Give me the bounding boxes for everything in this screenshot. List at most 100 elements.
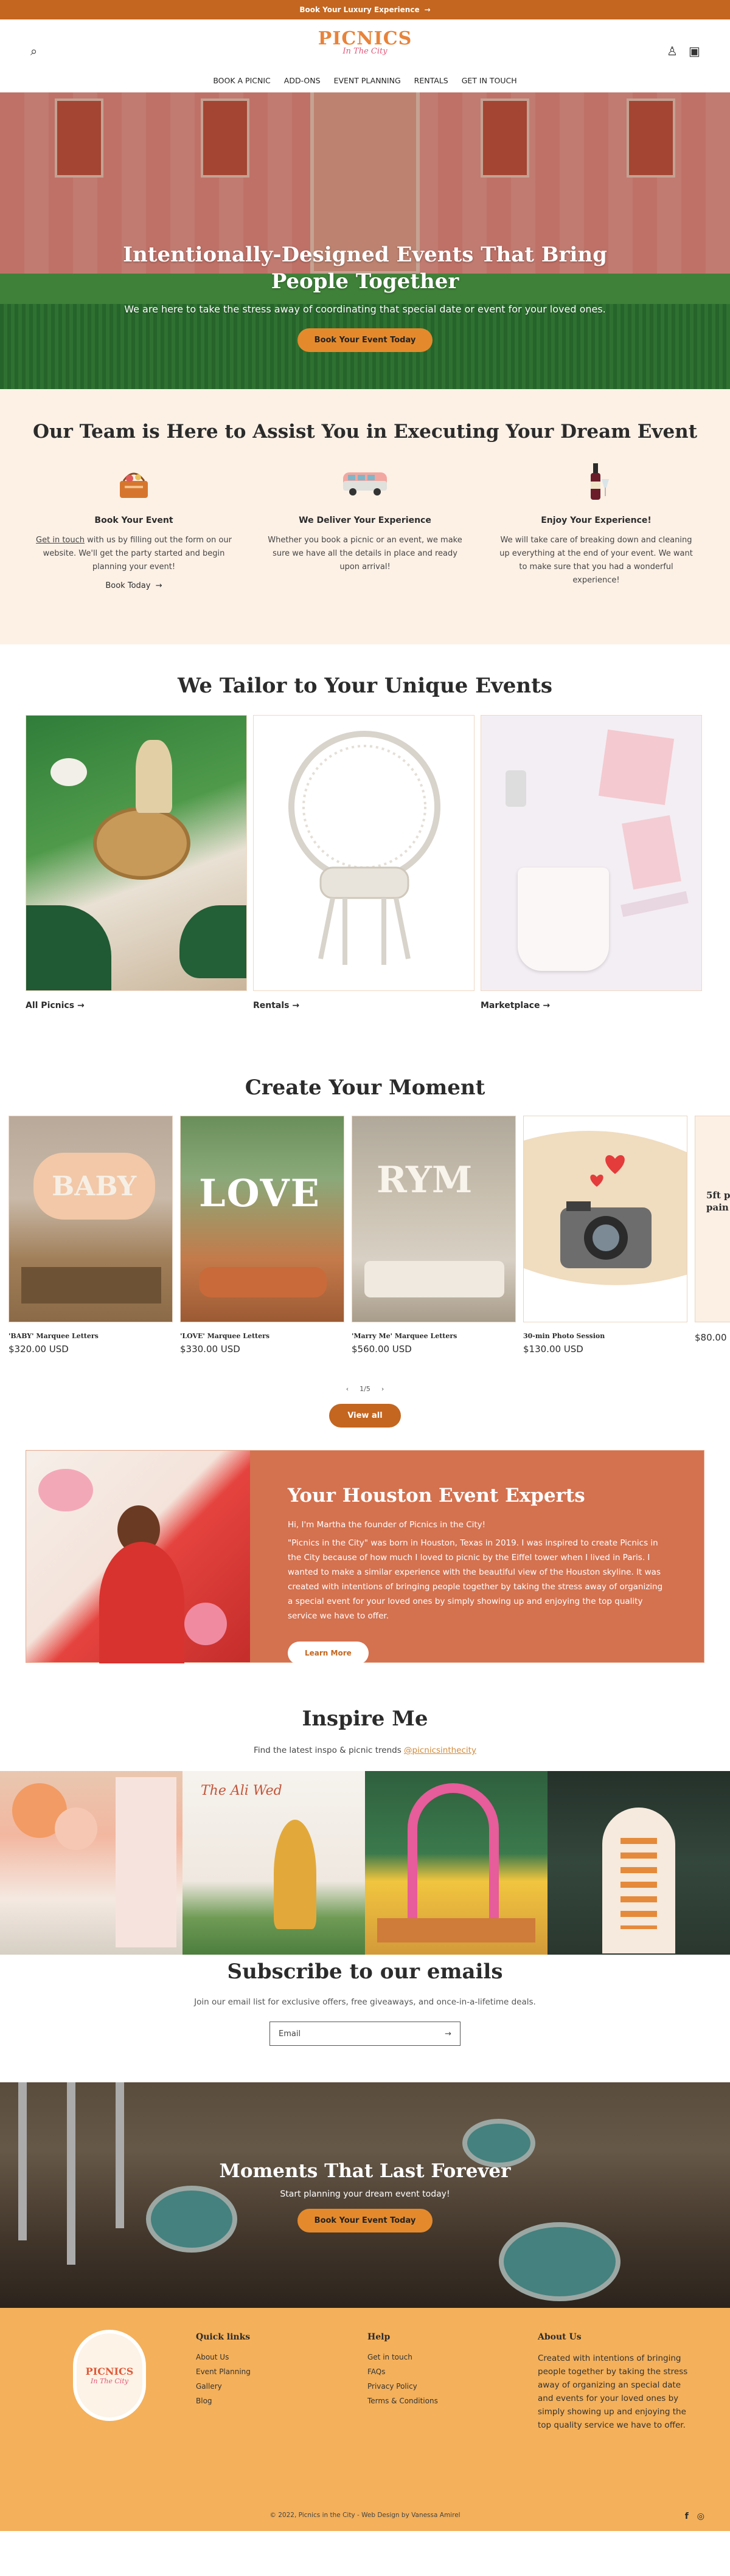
footer-link-about[interactable]: About Us bbox=[196, 2353, 251, 2361]
newsletter-text: Join our email list for exclusive offers… bbox=[194, 1997, 536, 2007]
search-icon[interactable]: ⌕ bbox=[30, 45, 37, 57]
hero-title: Intentionally-Designed Events That Bring… bbox=[123, 243, 607, 294]
step-enjoy-heading: Enjoy Your Experience! bbox=[541, 516, 652, 525]
cart-icon[interactable]: ▣ bbox=[689, 45, 700, 57]
footer-logo[interactable]: PICNICS In The City bbox=[73, 2330, 146, 2421]
arrow-right-icon: → bbox=[543, 1001, 551, 1010]
nav-add-ons[interactable]: ADD-ONS bbox=[284, 76, 321, 85]
instagram-icon[interactable]: ◎ bbox=[697, 2512, 704, 2521]
site-footer: PICNICS In The City Quick links About Us… bbox=[0, 2308, 730, 2531]
learn-more-button[interactable]: Learn More bbox=[288, 1642, 369, 1665]
product-name[interactable]: 'Marry Me' Marquee Letters bbox=[352, 1332, 516, 1340]
footer-logo-text: PICNICS bbox=[85, 2366, 134, 2377]
about-body: "Picnics in the City" was born in Housto… bbox=[288, 1538, 663, 1621]
nav-book-a-picnic[interactable]: BOOK A PICNIC bbox=[213, 76, 270, 85]
product-card[interactable]: RYM 'Marry Me' Marquee Letters $560.00 U… bbox=[352, 1116, 516, 1355]
about-intro: Hi, I'm Martha the founder of Picnics in… bbox=[288, 1520, 486, 1530]
founder-image bbox=[26, 1451, 250, 1663]
pager-count: 1/5 bbox=[360, 1385, 370, 1393]
email-field[interactable]: Email → bbox=[269, 2022, 461, 2046]
wine-icon bbox=[496, 461, 697, 505]
picnics-image bbox=[26, 715, 247, 991]
social-links: f ◎ bbox=[685, 2512, 704, 2521]
product-carousel[interactable]: BABY 'BABY' Marquee Letters $320.00 USD … bbox=[0, 1116, 730, 1355]
view-all-button[interactable]: View all bbox=[329, 1404, 401, 1428]
category-card-picnics[interactable]: All Picnics → bbox=[26, 715, 247, 1010]
category-label: Marketplace bbox=[481, 1001, 540, 1010]
chevron-right-icon[interactable]: › bbox=[381, 1385, 384, 1393]
footer-link-event-planning[interactable]: Event Planning bbox=[196, 2367, 251, 2376]
account-icon[interactable]: ♙ bbox=[667, 45, 678, 57]
newsletter-title: Subscribe to our emails bbox=[227, 1960, 503, 1984]
gallery-image[interactable]: The Ali Wed bbox=[182, 1771, 365, 1955]
product-name[interactable]: 30-min Photo Session bbox=[523, 1332, 687, 1340]
inspire-text: Find the latest inspo & picnic trends bbox=[254, 1746, 405, 1755]
product-price: $330.00 USD bbox=[180, 1344, 240, 1355]
book-event-button[interactable]: Book Your Event Today bbox=[297, 328, 433, 352]
product-image-text: LOVE bbox=[199, 1171, 321, 1215]
step-deliver-heading: We Deliver Your Experience bbox=[299, 516, 431, 525]
gallery-image[interactable] bbox=[365, 1771, 548, 1955]
inspire-title: Inspire Me bbox=[302, 1707, 428, 1731]
product-card[interactable]: 5ft p pain $80.00 bbox=[695, 1116, 730, 1355]
products-section: Create Your Moment BABY 'BABY' Marquee L… bbox=[0, 1054, 730, 1434]
instagram-handle-link[interactable]: @picnicsinthecity bbox=[404, 1746, 476, 1755]
main-nav: BOOK A PICNIC ADD-ONS EVENT PLANNING REN… bbox=[0, 76, 730, 85]
chevron-left-icon[interactable]: ‹ bbox=[346, 1385, 349, 1393]
product-name[interactable]: 'LOVE' Marquee Letters bbox=[180, 1332, 344, 1340]
get-in-touch-link[interactable]: Get in touch bbox=[36, 536, 85, 545]
cta-book-button[interactable]: Book Your Event Today bbox=[297, 2209, 433, 2232]
quick-links-title: Quick links bbox=[196, 2332, 251, 2342]
footer-link-privacy[interactable]: Privacy Policy bbox=[367, 2382, 438, 2391]
site-header: ⌕ PICNICS In The City ♙ ▣ BOOK A PICNIC … bbox=[0, 19, 730, 92]
hero-subtitle: We are here to take the stress away of c… bbox=[124, 303, 606, 315]
carousel-pager: ‹ 1/5 › bbox=[0, 1385, 730, 1393]
category-card-marketplace[interactable]: Marketplace → bbox=[481, 715, 702, 1010]
product-image: RYM bbox=[352, 1116, 516, 1322]
category-link[interactable]: Rentals → bbox=[253, 1001, 474, 1010]
footer-link-get-in-touch[interactable]: Get in touch bbox=[367, 2353, 438, 2361]
step-enjoy-text: We will take care of breaking down and c… bbox=[499, 536, 693, 585]
product-image: LOVE bbox=[180, 1116, 344, 1322]
product-card[interactable]: LOVE 'LOVE' Marquee Letters $330.00 USD bbox=[180, 1116, 344, 1355]
footer-link-faqs[interactable]: FAQs bbox=[367, 2367, 438, 2376]
product-image bbox=[523, 1116, 687, 1322]
product-price: $130.00 USD bbox=[523, 1344, 583, 1355]
footer-link-terms[interactable]: Terms & Conditions bbox=[367, 2397, 438, 2405]
category-card-rentals[interactable]: Rentals → bbox=[253, 715, 474, 1010]
footer-link-blog[interactable]: Blog bbox=[196, 2397, 251, 2405]
gallery-image[interactable] bbox=[548, 1771, 730, 1955]
about-title: Your Houston Event Experts bbox=[288, 1485, 585, 1507]
arrow-right-icon[interactable]: → bbox=[445, 2029, 451, 2039]
gallery-image[interactable] bbox=[0, 1771, 182, 1955]
product-name[interactable]: 'BABY' Marquee Letters bbox=[9, 1332, 173, 1340]
product-image-text: RYM bbox=[377, 1159, 473, 1201]
step-deliver-text: Whether you book a picnic or an event, w… bbox=[268, 536, 462, 571]
nav-event-planning[interactable]: EVENT PLANNING bbox=[334, 76, 401, 85]
gallery-image-text: The Ali Wed bbox=[201, 1783, 282, 1798]
cta-text: Start planning your dream event today! bbox=[280, 2189, 450, 2199]
announcement-text[interactable]: Book Your Luxury Experience bbox=[299, 5, 419, 14]
quick-links: Quick links About Us Event Planning Gall… bbox=[196, 2332, 251, 2405]
footer-logo-subtitle: In The City bbox=[91, 2377, 128, 2385]
category-link[interactable]: All Picnics → bbox=[26, 1001, 247, 1010]
book-today-link[interactable]: Book Today → bbox=[105, 581, 162, 590]
product-card[interactable]: BABY 'BABY' Marquee Letters $320.00 USD bbox=[9, 1116, 173, 1355]
step-deliver: We Deliver Your Experience Whether you b… bbox=[265, 461, 465, 590]
tailor-title: We Tailor to Your Unique Events bbox=[177, 674, 553, 698]
inspire-section: Inspire Me Find the latest inspo & picni… bbox=[0, 1699, 730, 1955]
logo[interactable]: PICNICS In The City bbox=[318, 28, 412, 56]
cta-banner: Moments That Last Forever Start planning… bbox=[0, 2082, 730, 2308]
announcement-bar[interactable]: Book Your Luxury Experience → bbox=[0, 0, 730, 19]
nav-rentals[interactable]: RENTALS bbox=[414, 76, 448, 85]
nav-get-in-touch[interactable]: GET IN TOUCH bbox=[462, 76, 517, 85]
email-placeholder: Email bbox=[279, 2029, 301, 2039]
category-link[interactable]: Marketplace → bbox=[481, 1001, 702, 1010]
hero-content: Intentionally-Designed Events That Bring… bbox=[0, 241, 730, 352]
step-enjoy: Enjoy Your Experience! We will take care… bbox=[496, 461, 697, 590]
rentals-image bbox=[253, 715, 474, 991]
product-card[interactable]: 30-min Photo Session $130.00 USD bbox=[523, 1116, 687, 1355]
facebook-icon[interactable]: f bbox=[685, 2512, 689, 2521]
arrow-right-icon: → bbox=[424, 5, 431, 14]
footer-link-gallery[interactable]: Gallery bbox=[196, 2382, 251, 2391]
